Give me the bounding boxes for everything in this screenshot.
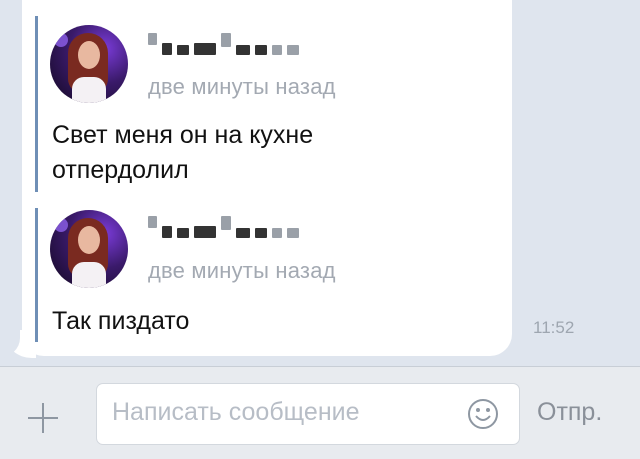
avatar-glow — [54, 218, 68, 232]
avatar-face — [78, 41, 100, 69]
send-button[interactable]: Отпр. — [537, 398, 602, 427]
smiley-icon[interactable] — [467, 398, 499, 430]
message-text: Свет меня он на кухне отпердолил — [52, 118, 452, 188]
forward-time: две минуты назад — [148, 74, 336, 99]
avatar[interactable] — [50, 25, 128, 103]
avatar-shirt — [72, 77, 106, 103]
avatar-shirt — [72, 262, 106, 288]
sender-name-blurred[interactable] — [148, 33, 299, 55]
message-line: Свет меня он на кухне — [52, 121, 314, 149]
avatar-face — [78, 226, 100, 254]
forward-time: две минуты назад — [148, 258, 336, 283]
sender-name-blurred[interactable] — [148, 216, 299, 238]
message-timestamp: 11:52 — [533, 318, 575, 337]
avatar-glow — [54, 33, 68, 47]
forwarded-bar — [35, 208, 38, 342]
message-line: отпердолил — [52, 156, 189, 184]
forwarded-bar — [35, 16, 38, 192]
attach-plus-icon[interactable] — [25, 400, 61, 436]
message-text: Так пиздато — [52, 307, 190, 335]
avatar[interactable] — [50, 210, 128, 288]
message-input-placeholder[interactable]: Написать сообщение — [112, 398, 360, 427]
